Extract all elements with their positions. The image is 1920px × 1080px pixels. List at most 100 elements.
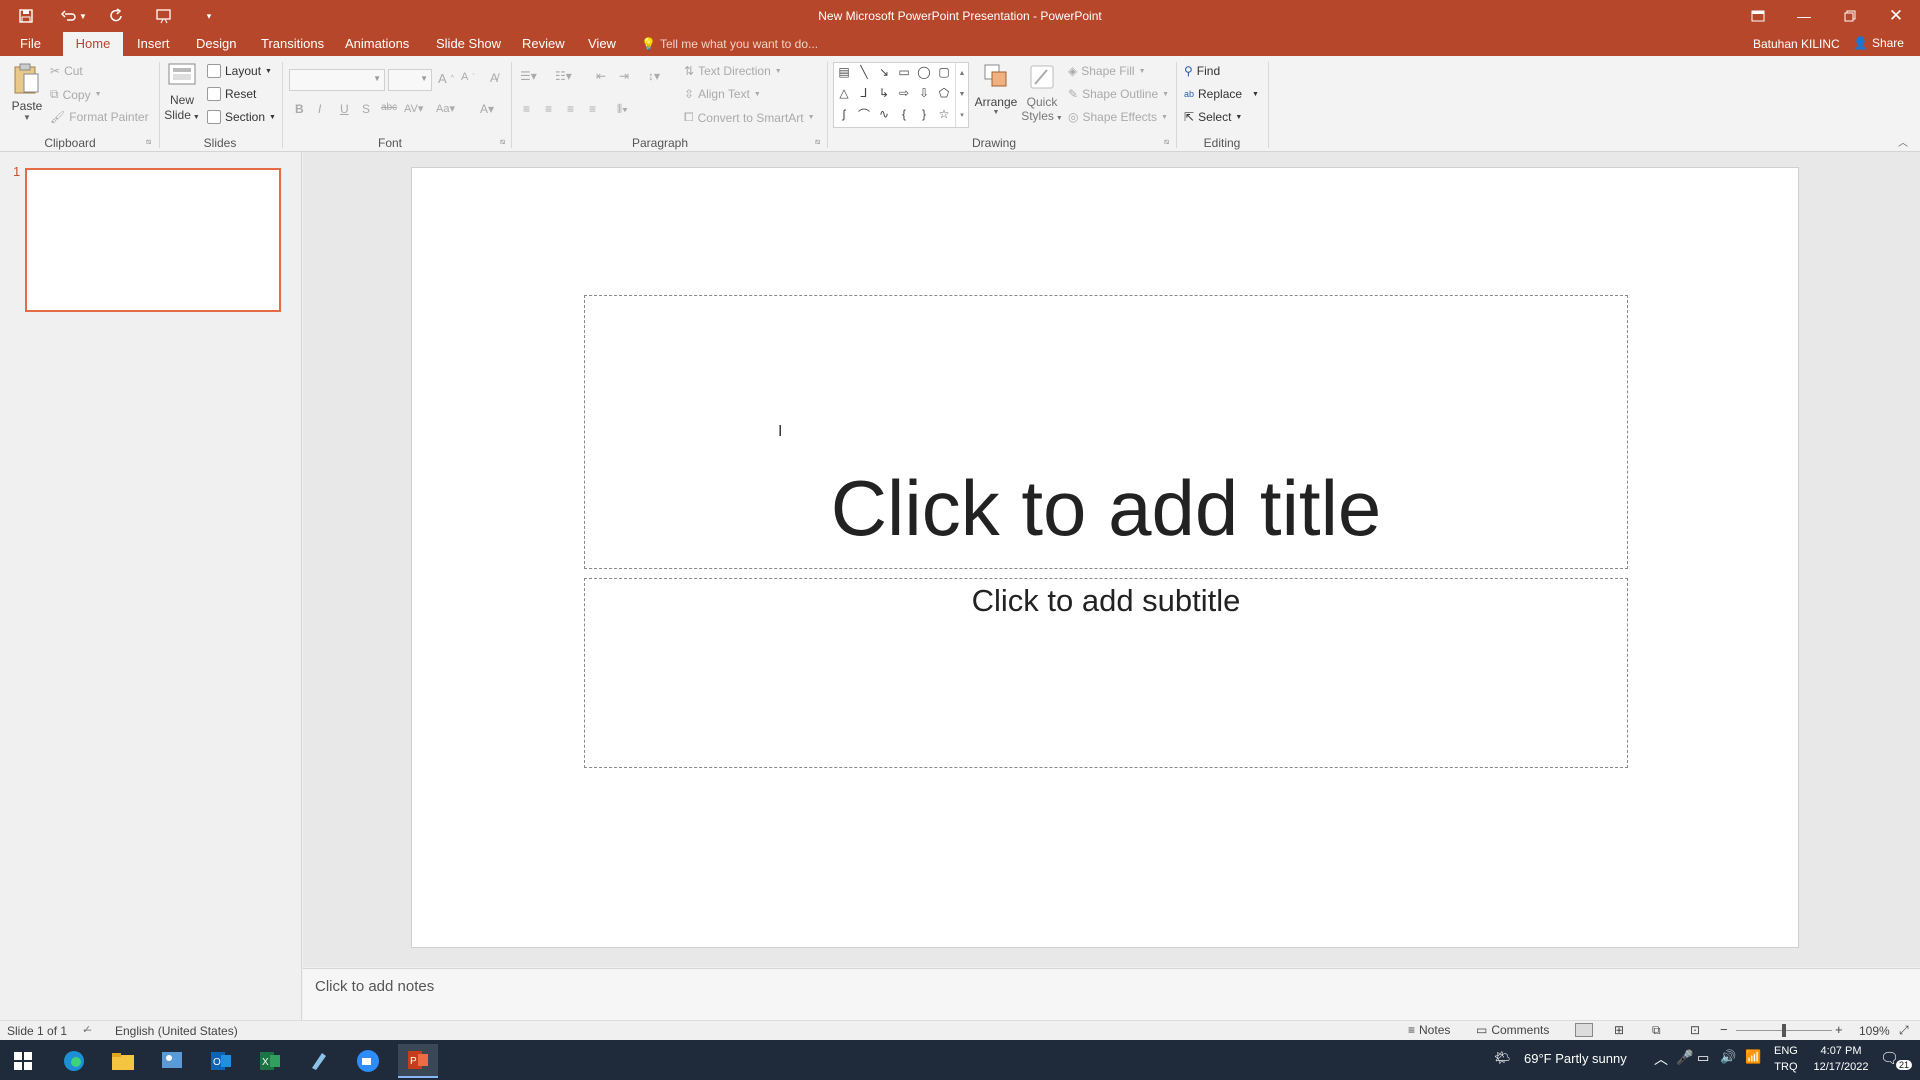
oval-shape-icon[interactable]: ◯ [916,65,932,79]
slide-sorter-icon[interactable]: ⊞ [1614,1023,1624,1037]
tab-design[interactable]: Design [184,32,248,56]
new-slide-button[interactable]: New Slide ▼ [163,62,201,125]
slide-show-icon[interactable]: ⊡ [1690,1023,1700,1037]
align-right-icon[interactable]: ≡ [567,102,574,116]
minimize-icon[interactable]: — [1781,0,1827,32]
arrow-line-shape-icon[interactable]: ↘ [876,65,892,79]
align-text-button[interactable]: ⇳ Align Text ▼ [684,87,761,101]
bullets-icon[interactable]: ☰▾ [520,69,537,83]
notes-pane[interactable]: Click to add notes [303,968,1920,1020]
arrange-button[interactable]: Arrange ▼ [974,62,1018,116]
line-spacing-icon[interactable]: ↕▾ [648,69,660,83]
wifi-icon[interactable]: 📶 [1745,1049,1761,1065]
font-color-icon[interactable]: A▾ [480,102,494,116]
right-arrow-shape-icon[interactable]: ⇨ [896,86,912,100]
triangle-shape-icon[interactable]: △ [836,86,852,100]
strikethrough-icon[interactable]: abc [381,102,397,113]
bold-icon[interactable]: B [295,102,304,116]
slide-thumbnail[interactable] [25,168,281,312]
edge-icon[interactable] [54,1044,94,1078]
paste-button[interactable]: Paste ▼ [10,62,44,122]
scribble-shape-icon[interactable]: ʃ [836,107,852,121]
rectangle-shape-icon[interactable]: ▭ [896,65,912,79]
weather-text[interactable]: 69°F Partly sunny [1524,1051,1627,1066]
font-size-combo[interactable]: ▼ [388,69,432,91]
section-button[interactable]: Section ▼ [207,110,276,124]
underline-icon[interactable]: U [340,102,349,116]
outlook-icon[interactable]: O [201,1044,241,1078]
font-launcher-icon[interactable]: ⧅ [500,137,505,147]
tab-animations[interactable]: Animations [333,32,421,56]
zoom-level[interactable]: 109% [1859,1024,1890,1038]
windows-start-icon[interactable] [3,1044,43,1078]
tab-review[interactable]: Review [510,32,577,56]
character-spacing-icon[interactable]: AV▾ [404,102,423,115]
share-button[interactable]: 👤 Share [1853,36,1904,50]
decrease-indent-icon[interactable]: ⇤ [596,69,606,83]
elbow-arrow-shape-icon[interactable]: ↳ [876,86,892,100]
align-center-icon[interactable]: ≡ [545,102,552,116]
powerpoint-taskbar-icon[interactable]: P [398,1044,438,1078]
cut-button[interactable]: ✂ Cut [50,64,83,78]
shape-outline-button[interactable]: ✎ Shape Outline ▼ [1068,87,1169,101]
font-name-combo[interactable]: ▼ [289,69,385,91]
reset-button[interactable]: Reset [207,87,256,101]
clock[interactable]: 4:07 PM 12/17/2022 [1812,1043,1870,1075]
italic-icon[interactable]: I [318,102,321,116]
slide-canvas[interactable]: Click to add title Click to add subtitle… [411,167,1799,948]
volume-icon[interactable]: 🔊 [1720,1049,1736,1065]
tab-transitions[interactable]: Transitions [249,32,336,56]
justify-icon[interactable]: ≡ [589,102,596,116]
text-direction-button[interactable]: ⇅ Text Direction ▼ [684,64,782,78]
line-shape-icon[interactable]: ╲ [856,65,872,79]
elbow-connector-shape-icon[interactable]: ⅃ [856,86,872,100]
curve-shape-icon[interactable]: ∿ [876,107,892,121]
fit-to-window-icon[interactable]: ⤢ [1899,1023,1909,1038]
tab-home[interactable]: Home [63,32,123,56]
tab-file[interactable]: File [8,32,53,56]
convert-smartart-button[interactable]: ⧠ Convert to SmartArt ▼ [684,110,815,125]
shapes-gallery[interactable]: ▤ ╲ ↘ ▭ ◯ ▢ △ ⅃ ↳ ⇨ ⇩ ⬠ ʃ ⌒ ∿ { } ☆ ▲ ▼ ▾ [833,62,969,128]
normal-view-icon[interactable] [1575,1023,1593,1037]
zoom-in-icon[interactable]: + [1835,1022,1843,1037]
microphone-icon[interactable]: 🎤 [1676,1049,1693,1066]
shape-fill-button[interactable]: ◈ Shape Fill ▼ [1068,64,1146,78]
notes-button[interactable]: ≡ Notes [1408,1023,1450,1037]
file-explorer-icon[interactable] [103,1044,143,1078]
photos-app-icon[interactable] [152,1044,192,1078]
arc-shape-icon[interactable]: ⌒ [856,107,872,122]
language-switcher[interactable]: ENG TRQ [1774,1043,1798,1075]
tab-slide-show[interactable]: Slide Show [424,32,513,56]
paragraph-launcher-icon[interactable]: ⧅ [815,137,820,147]
spelling-icon[interactable]: ✓̶ [82,1023,91,1036]
clipboard-launcher-icon[interactable]: ⧅ [146,137,151,147]
left-brace-shape-icon[interactable]: { [896,107,912,121]
tab-view[interactable]: View [576,32,628,56]
numbering-icon[interactable]: ☷▾ [555,69,572,83]
freeform-shape-icon[interactable]: ⬠ [936,86,952,100]
replace-button[interactable]: ab Replace ▼ [1184,87,1259,101]
zoom-slider-thumb[interactable] [1782,1024,1786,1037]
change-case-icon[interactable]: Aa▾ [436,102,455,115]
subtitle-placeholder[interactable]: Click to add subtitle [584,578,1628,768]
find-button[interactable]: ⚲ Find [1184,64,1220,78]
align-left-icon[interactable]: ≡ [523,102,530,116]
grow-font-icon[interactable]: A ^ [438,71,454,86]
text-shadow-icon[interactable]: S [362,102,370,116]
down-arrow-shape-icon[interactable]: ⇩ [916,86,932,100]
user-name[interactable]: Batuhan KILINC [1753,37,1840,51]
battery-icon[interactable]: ▭ [1697,1050,1709,1066]
drawing-launcher-icon[interactable]: ⧅ [1164,137,1169,147]
show-hidden-icons-icon[interactable]: ︿ [1654,1049,1668,1069]
reading-view-icon[interactable]: ⧉ [1652,1023,1661,1038]
ribbon-display-options-icon[interactable] [1735,0,1781,32]
language-indicator[interactable]: English (United States) [115,1024,238,1038]
select-button[interactable]: ⇱ Select ▼ [1184,110,1242,124]
collapse-ribbon-icon[interactable]: ︿ [1898,134,1908,149]
quick-styles-button[interactable]: Quick Styles ▼ [1020,62,1064,125]
paste-dropdown-icon[interactable]: ▼ [10,113,44,122]
increase-indent-icon[interactable]: ⇥ [619,69,629,83]
gallery-scroll[interactable]: ▲ ▼ ▾ [955,63,968,127]
tab-insert[interactable]: Insert [125,32,182,56]
layout-button[interactable]: Layout ▼ [207,64,272,78]
